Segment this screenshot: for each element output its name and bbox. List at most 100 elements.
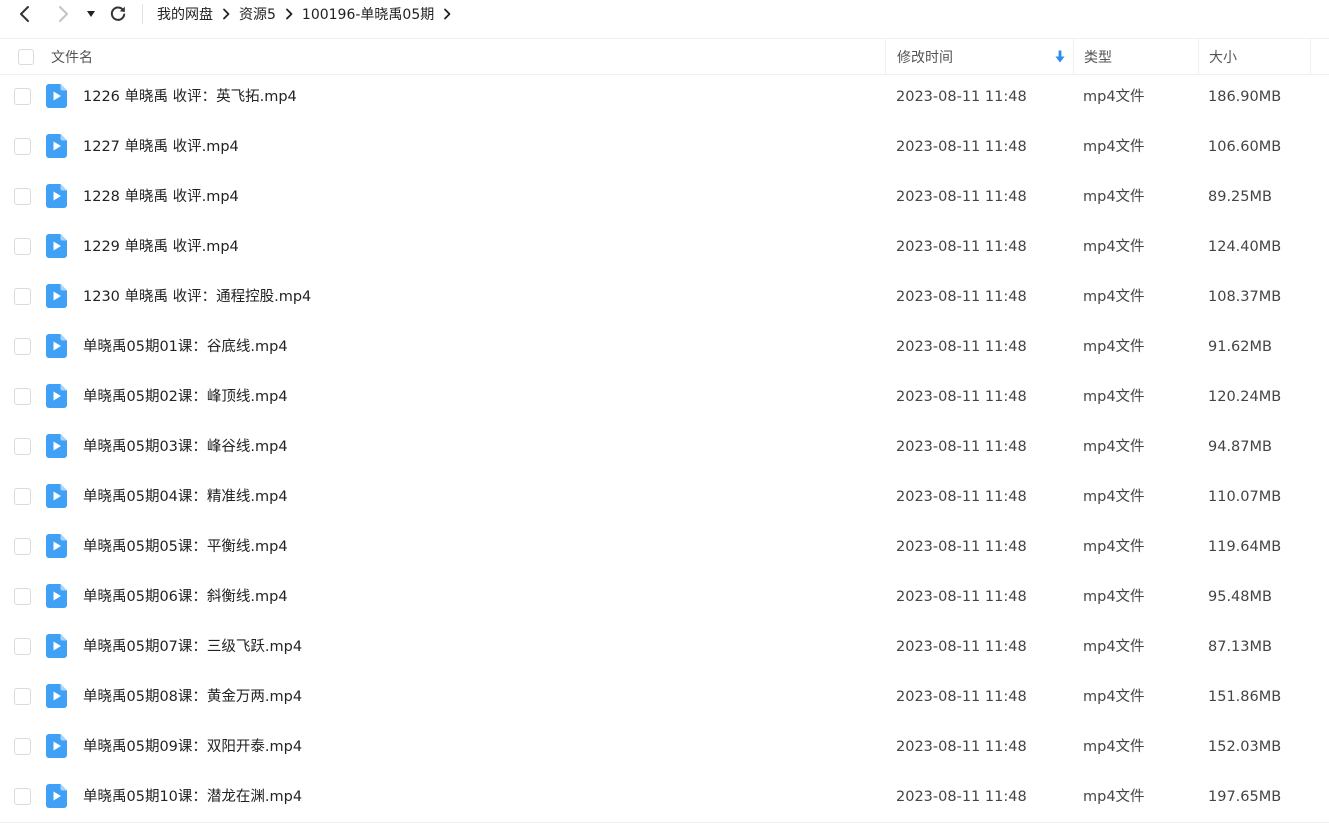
file-type: mp4文件 [1083,389,1145,405]
file-type: mp4文件 [1083,239,1145,255]
column-header-size[interactable]: 大小 [1198,39,1311,75]
file-modified-time: 2023-08-11 11:48 [896,489,1027,505]
file-row[interactable]: 单晓禹05期05课：平衡线.mp4 2023-08-11 11:48 mp4文件… [0,522,1329,572]
file-name[interactable]: 单晓禹05期01课：谷底线.mp4 [83,322,288,372]
file-size: 120.24MB [1208,389,1282,405]
file-name[interactable]: 单晓禹05期06课：斜衡线.mp4 [83,572,288,622]
file-modified-time: 2023-08-11 11:48 [896,389,1027,405]
file-row[interactable]: 单晓禹05期06课：斜衡线.mp4 2023-08-11 11:48 mp4文件… [0,572,1329,622]
file-type: mp4文件 [1083,89,1145,105]
file-modified-time: 2023-08-11 11:48 [896,289,1027,305]
file-checkbox[interactable] [14,438,31,455]
file-row[interactable]: 单晓禹05期07课：三级飞跃.mp4 2023-08-11 11:48 mp4文… [0,622,1329,672]
file-modified-time: 2023-08-11 11:48 [896,139,1027,155]
chevron-right-icon [276,8,302,20]
file-name[interactable]: 1227 单晓禹 收评.mp4 [83,122,239,172]
file-row[interactable]: 单晓禹05期10课：潜龙在渊.mp4 2023-08-11 11:48 mp4文… [0,772,1329,822]
file-row[interactable]: 1226 单晓禹 收评：英飞拓.mp4 2023-08-11 11:48 mp4… [0,72,1329,122]
file-checkbox[interactable] [14,288,31,305]
file-row[interactable]: 1229 单晓禹 收评.mp4 2023-08-11 11:48 mp4文件 1… [0,222,1329,272]
file-size: 106.60MB [1208,139,1282,155]
file-checkbox[interactable] [14,538,31,555]
refresh-button[interactable] [103,0,133,28]
history-dropdown-button[interactable] [78,0,104,28]
file-checkbox[interactable] [14,138,31,155]
file-name[interactable]: 单晓禹05期03课：峰谷线.mp4 [83,422,288,472]
file-name[interactable]: 单晓禹05期07课：三级飞跃.mp4 [83,622,302,672]
file-checkbox[interactable] [14,588,31,605]
file-row[interactable]: 单晓禹05期08课：黄金万两.mp4 2023-08-11 11:48 mp4文… [0,672,1329,722]
file-name[interactable]: 1226 单晓禹 收评：英飞拓.mp4 [83,72,297,122]
file-row[interactable]: 单晓禹05期01课：谷底线.mp4 2023-08-11 11:48 mp4文件… [0,322,1329,372]
file-list: 1226 单晓禹 收评：英飞拓.mp4 2023-08-11 11:48 mp4… [0,72,1329,822]
video-file-icon [46,334,67,358]
file-type: mp4文件 [1083,589,1145,605]
video-file-icon [46,484,67,508]
column-header-time-label: 修改时间 [897,50,953,66]
column-header-time[interactable]: 修改时间 [885,39,1073,75]
refresh-icon [110,6,126,21]
file-checkbox[interactable] [14,788,31,805]
video-file-icon [46,584,67,608]
file-checkbox[interactable] [14,188,31,205]
file-name[interactable]: 单晓禹05期05课：平衡线.mp4 [83,522,288,572]
file-checkbox[interactable] [14,488,31,505]
column-header-name[interactable]: 文件名 [51,39,885,75]
file-size: 110.07MB [1208,489,1282,505]
file-name[interactable]: 单晓禹05期08课：黄金万两.mp4 [83,672,302,722]
file-list-header: 文件名 修改时间 类型 大小 [0,38,1329,75]
file-row[interactable]: 单晓禹05期02课：峰顶线.mp4 2023-08-11 11:48 mp4文件… [0,372,1329,422]
file-size: 151.86MB [1208,689,1282,705]
file-row[interactable]: 单晓禹05期03课：峰谷线.mp4 2023-08-11 11:48 mp4文件… [0,422,1329,472]
chevron-right-icon [59,6,68,22]
file-checkbox[interactable] [14,688,31,705]
file-modified-time: 2023-08-11 11:48 [896,739,1027,755]
breadcrumb-item-resource[interactable]: 资源5 [239,4,276,24]
back-button[interactable] [10,0,40,28]
file-checkbox[interactable] [14,338,31,355]
breadcrumb-item-current-folder[interactable]: 100196-单晓禹05期 [302,4,434,24]
file-checkbox[interactable] [14,738,31,755]
file-row[interactable]: 1227 单晓禹 收评.mp4 2023-08-11 11:48 mp4文件 1… [0,122,1329,172]
forward-button[interactable] [48,0,78,28]
file-size: 91.62MB [1208,339,1272,355]
file-type: mp4文件 [1083,439,1145,455]
file-modified-time: 2023-08-11 11:48 [896,89,1027,105]
file-row[interactable]: 1228 单晓禹 收评.mp4 2023-08-11 11:48 mp4文件 8… [0,172,1329,222]
file-size: 95.48MB [1208,589,1272,605]
column-header-type[interactable]: 类型 [1073,39,1198,75]
video-file-icon [46,284,67,308]
video-file-icon [46,84,67,108]
sort-down-arrow-icon [1055,50,1065,63]
file-name[interactable]: 单晓禹05期10课：潜龙在渊.mp4 [83,772,302,822]
file-row[interactable]: 单晓禹05期09课：双阳开泰.mp4 2023-08-11 11:48 mp4文… [0,722,1329,772]
breadcrumb: 我的网盘 资源5 100196-单晓禹05期 [157,0,460,28]
chevron-right-icon[interactable] [434,8,460,20]
file-row[interactable]: 1230 单晓禹 收评：通程控股.mp4 2023-08-11 11:48 mp… [0,272,1329,322]
file-checkbox[interactable] [14,88,31,105]
file-modified-time: 2023-08-11 11:48 [896,589,1027,605]
file-name[interactable]: 单晓禹05期02课：峰顶线.mp4 [83,372,288,422]
file-name[interactable]: 1229 单晓禹 收评.mp4 [83,222,239,272]
breadcrumb-item-my-drive[interactable]: 我的网盘 [157,4,213,24]
video-file-icon [46,684,67,708]
chevron-left-icon [20,6,29,22]
file-name[interactable]: 1228 单晓禹 收评.mp4 [83,172,239,222]
file-name[interactable]: 单晓禹05期04课：精准线.mp4 [83,472,288,522]
select-all-checkbox[interactable] [18,49,34,65]
file-type: mp4文件 [1083,189,1145,205]
caret-down-icon [87,11,95,17]
file-modified-time: 2023-08-11 11:48 [896,439,1027,455]
file-checkbox[interactable] [14,388,31,405]
file-name[interactable]: 1230 单晓禹 收评：通程控股.mp4 [83,272,311,322]
file-row[interactable]: 单晓禹05期04课：精准线.mp4 2023-08-11 11:48 mp4文件… [0,472,1329,522]
video-file-icon [46,734,67,758]
file-type: mp4文件 [1083,289,1145,305]
file-type: mp4文件 [1083,789,1145,805]
file-type: mp4文件 [1083,689,1145,705]
file-checkbox[interactable] [14,638,31,655]
file-name[interactable]: 单晓禹05期09课：双阳开泰.mp4 [83,722,302,772]
list-bottom-divider [0,822,1329,823]
file-checkbox[interactable] [14,238,31,255]
file-size: 94.87MB [1208,439,1272,455]
